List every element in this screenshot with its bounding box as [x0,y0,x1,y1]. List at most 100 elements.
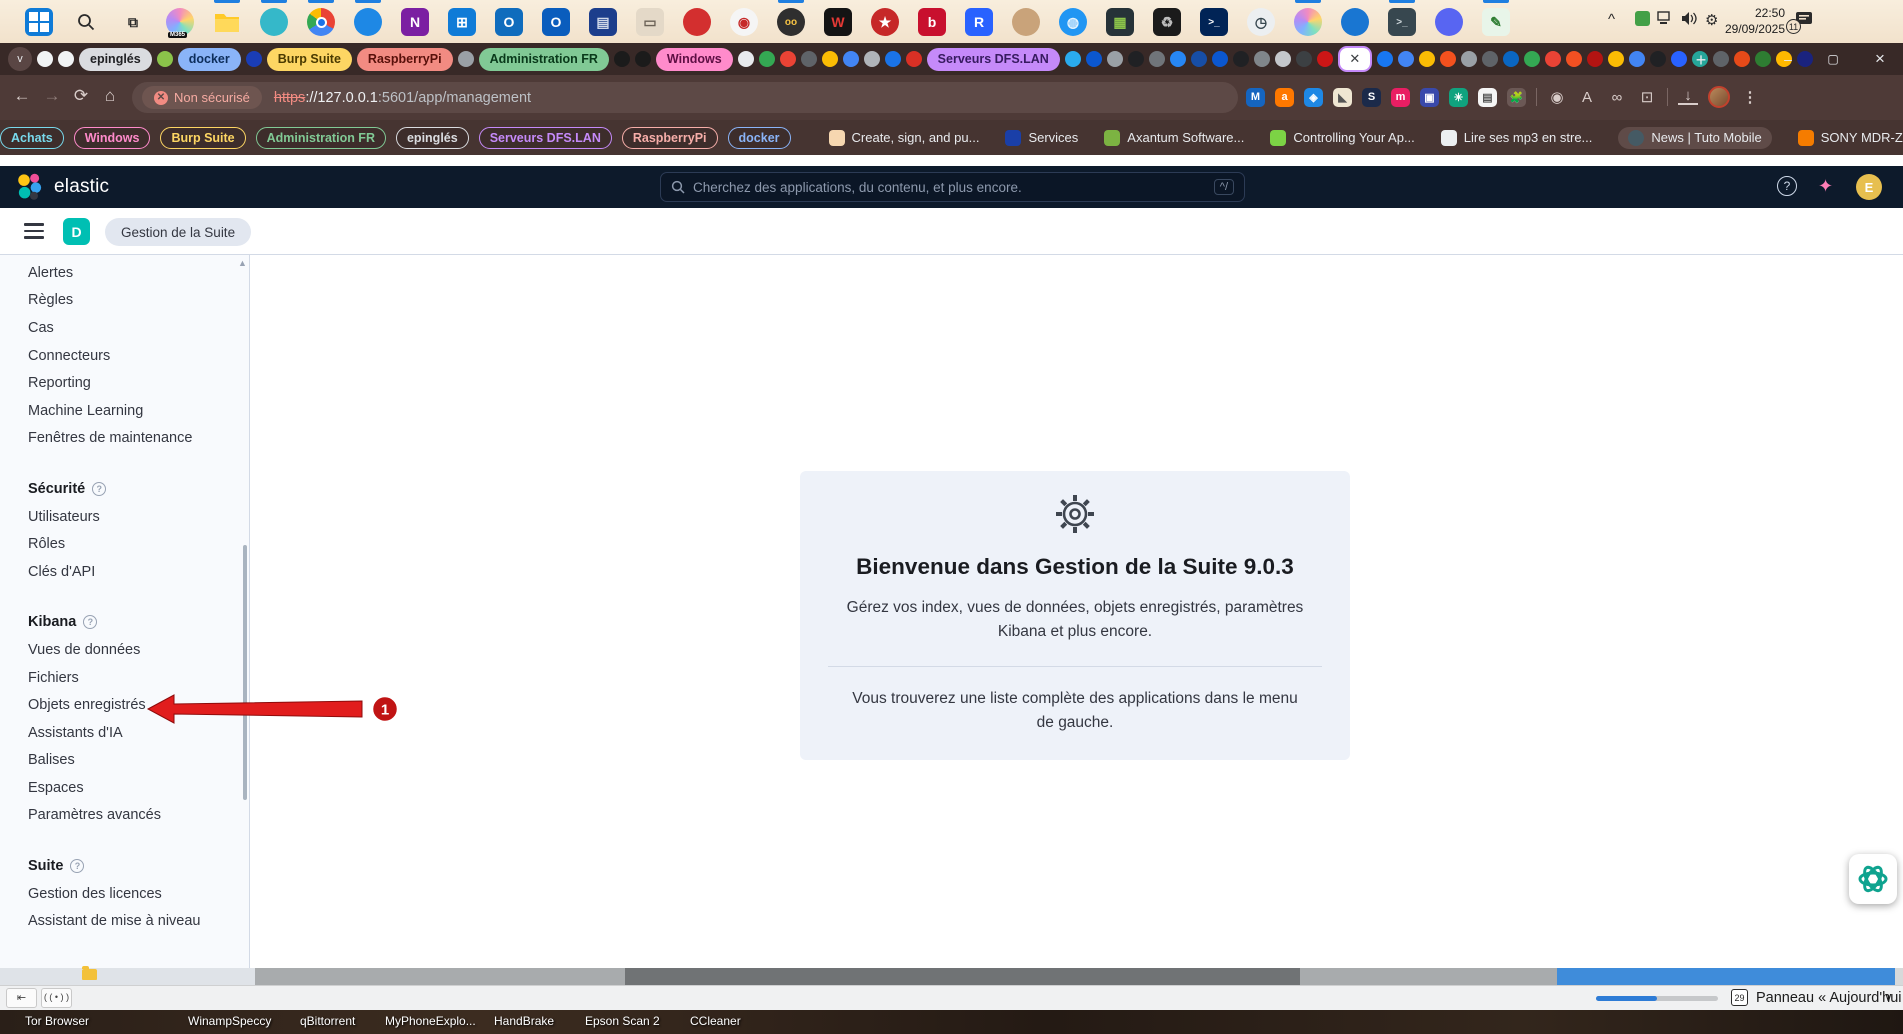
chrome-icon[interactable] [307,8,335,36]
profile-avatar[interactable] [1708,86,1730,108]
back-button[interactable]: ← [10,86,34,106]
breadcrumb[interactable]: Gestion de la Suite [105,218,251,246]
notification-center-icon[interactable]: 11 [1795,11,1813,31]
link-icon[interactable]: ∞ [1607,89,1627,106]
bookmark-group-chip-epingl-s[interactable]: epinglés [396,127,469,149]
forward-button[interactable]: → [40,86,64,106]
recycle-app-icon[interactable]: ♻ [1153,8,1181,36]
bookmark-item[interactable]: Axantum Software... [1104,130,1244,146]
tab-group-administration-fr[interactable]: Administration FR [479,48,609,71]
pinned-tab-favicon[interactable] [1482,51,1498,67]
user-avatar[interactable]: E [1856,174,1882,200]
sidebar-item-objets-enregistr-s[interactable]: Objets enregistrés [0,691,249,719]
sidebar-item-vues-de-donn-es[interactable]: Vues de données [0,636,249,664]
bookmark-item[interactable]: Create, sign, and pu... [829,130,980,146]
pinned-tab-favicon[interactable] [1296,51,1312,67]
pinned-tab-favicon[interactable] [1317,51,1333,67]
pinned-tab-favicon[interactable] [864,51,880,67]
pinned-tab-favicon[interactable] [1065,51,1081,67]
pinned-tab-favicon[interactable] [1149,51,1165,67]
sidebar-item-cl-s-d-api[interactable]: Clés d'API [0,558,249,586]
pinned-tab-favicon[interactable] [458,51,474,67]
pinned-tab-favicon[interactable] [37,51,53,67]
sidebar-item-utilisateurs[interactable]: Utilisateurs [0,503,249,531]
tab-group-epingl-s[interactable]: epinglés [79,48,152,71]
shield-extension-icon[interactable]: ◈ [1304,88,1323,107]
puzzle-extensions-icon[interactable]: 🧩 [1507,88,1526,107]
sidebar-item-cas[interactable]: Cas [0,314,249,342]
bookmark-group-chip-windows[interactable]: Windows [74,127,151,149]
sidebar-item-reporting[interactable]: Reporting [0,369,249,397]
pinned-tab-favicon[interactable] [1608,51,1624,67]
bookmark-item[interactable]: Lire ses mp3 en stre... [1441,130,1593,146]
bookmark-group-chip-raspberrypi[interactable]: RaspberryPi [622,127,718,149]
realvnc-icon[interactable]: R [965,8,993,36]
sidebar-item-r-les[interactable]: Rôles [0,530,249,558]
pinned-tab-favicon[interactable] [1254,51,1270,67]
pinned-tab-favicon[interactable] [906,51,922,67]
pinned-tab-favicon[interactable] [843,51,859,67]
pinned-tab-favicon[interactable] [1734,51,1750,67]
bookmark-group-chip-burp-suite[interactable]: Burp Suite [160,127,245,149]
desktop-app-label[interactable]: Winamp [188,1014,232,1028]
pinned-tab-favicon[interactable] [1377,51,1393,67]
pinned-tab-favicon[interactable] [1275,51,1291,67]
window-maximize-button[interactable]: ▢ [1813,43,1853,75]
doc-extension-icon[interactable]: ▤ [1478,88,1497,107]
pinned-tab-favicon[interactable] [1212,51,1228,67]
new-tab-button[interactable]: + [1688,47,1714,73]
window-close-button[interactable]: × [1860,43,1900,75]
sidebar-scrollbar[interactable] [243,545,247,800]
desktop-folder-icon[interactable] [82,969,97,980]
clock-app-icon[interactable]: ◷ [1247,8,1275,36]
floating-logo-sticker[interactable] [1849,854,1897,904]
desktop-app-label[interactable]: HandBrake [494,1014,554,1028]
band-chevron-icon[interactable]: ∨ [1884,990,1893,1004]
section-help-icon[interactable]: ? [70,859,84,873]
pet-photo-icon[interactable] [1012,8,1040,36]
dev-terminal-icon[interactable]: ▦ [1106,8,1134,36]
pinned-tab-favicon[interactable] [1503,51,1519,67]
pinned-tab-favicon[interactable] [738,51,754,67]
network-icon[interactable] [1657,11,1674,30]
pinned-tab-favicon[interactable] [1545,51,1561,67]
sidebar-item-r-gles[interactable]: Règles [0,287,249,315]
pinned-tab-favicon[interactable] [58,51,74,67]
desktop-app-label[interactable]: Tor Browser [25,1014,89,1028]
wolf-extension-icon[interactable]: ◣ [1333,88,1352,107]
white-dot-icon[interactable]: ◉ [730,8,758,36]
discord-icon[interactable] [1435,8,1463,36]
horizontal-scrollbar[interactable] [0,968,1903,985]
section-help-icon[interactable]: ? [83,615,97,629]
volume-icon[interactable] [1681,11,1699,30]
bookmark-group-chip-docker[interactable]: docker [728,127,791,149]
band-collapse-button[interactable]: ⇤ [6,988,37,1008]
sidebar-item-machine-learning[interactable]: Machine Learning [0,397,249,425]
m-pink-extension-icon[interactable]: m [1391,88,1410,107]
window-minimize-button[interactable]: – [1768,43,1808,75]
rosetta-icon[interactable] [1341,8,1369,36]
winamp-icon[interactable]: W [824,8,852,36]
pinned-tab-favicon[interactable] [246,51,262,67]
desktop-app-label[interactable]: Speccy [232,1014,271,1028]
printer-icon[interactable]: ▭ [636,8,664,36]
pinned-tab-favicon[interactable] [1128,51,1144,67]
pinned-tab-favicon[interactable] [801,51,817,67]
pinned-tab-favicon[interactable] [1461,51,1477,67]
search-icon[interactable] [72,8,100,36]
bookmark-group-chip-achats[interactable]: Achats [0,127,64,149]
bookmark-item[interactable]: Controlling Your Ap... [1270,130,1414,146]
space-badge[interactable]: D [63,218,90,245]
pinned-tab-favicon[interactable] [1671,51,1687,67]
outlook-classic-icon[interactable]: O [542,8,570,36]
desktop-app-label[interactable]: qBittorrent [300,1014,355,1028]
url-text[interactable]: https://127.0.0.1:5601/app/management [274,90,531,106]
bookmark-item[interactable]: Services [1005,130,1078,146]
bookmark-item[interactable]: SONY MDR-ZX300... [1798,130,1903,146]
pinned-tab-favicon[interactable] [885,51,901,67]
ms-store-icon[interactable]: ⊞ [448,8,476,36]
desktop-app-label[interactable]: MyPhoneExplo... [385,1014,476,1028]
ai-assistant-icon[interactable]: ✦ [1818,176,1833,197]
tab-group-burp-suite[interactable]: Burp Suite [267,48,352,71]
pinned-tab-favicon[interactable] [157,51,173,67]
